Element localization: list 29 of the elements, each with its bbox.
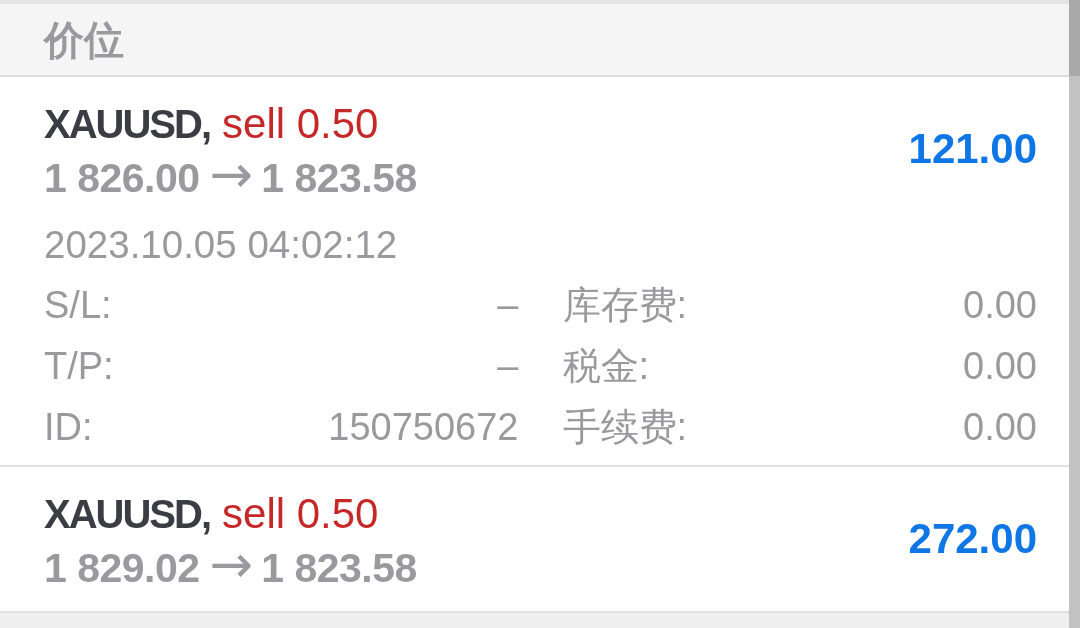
current-price-text: 1 823.58	[261, 154, 417, 203]
detail-label: ID:	[44, 405, 93, 450]
detail-value: 150750672	[328, 405, 519, 450]
open-price-text: 1 829.02	[44, 544, 200, 593]
detail-value: 0.00	[963, 405, 1037, 450]
header-title: 价位	[44, 17, 124, 62]
detail-value: 0.00	[963, 283, 1037, 328]
detail-value: –	[497, 283, 519, 328]
profit-value: 121.00	[908, 124, 1037, 174]
detail-label: 手续费:	[562, 405, 688, 450]
order-type-text: sell 0.50	[222, 99, 379, 149]
open-time-text: 2023.10.05 04:02:12	[44, 222, 398, 268]
symbol-text: XAUUSD,	[44, 491, 211, 538]
detail-value: 0.00	[963, 344, 1037, 389]
detail-label: 库存费:	[562, 283, 688, 328]
scrollbar[interactable]	[1069, 0, 1080, 628]
detail-label: T/P:	[44, 344, 114, 389]
open-price-text: 1 826.00	[44, 154, 200, 203]
arrow-text: →	[209, 149, 254, 199]
position-row[interactable]: XAUUSD, sell 0.50 1 829.02 →1 823.58 272.00	[0, 467, 1069, 613]
profit-value: 272.00	[908, 514, 1037, 564]
arrow-text: →	[209, 539, 254, 589]
position-row[interactable]: XAUUSD, sell 0.50 1 826.00 →1 823.58 121.00 2023.10.05 04:02:12 S/L: – 库存费: 0.00 T/P: – 税金: 0.00 ID: 150750672 手续费: 0.00	[0, 77, 1069, 467]
order-type-text: sell 0.50	[222, 489, 379, 539]
detail-label: S/L:	[44, 283, 112, 328]
current-price-text: 1 823.58	[261, 544, 417, 593]
symbol-text: XAUUSD,	[44, 101, 211, 148]
detail-value: –	[497, 344, 519, 389]
detail-label: 税金:	[562, 344, 650, 389]
